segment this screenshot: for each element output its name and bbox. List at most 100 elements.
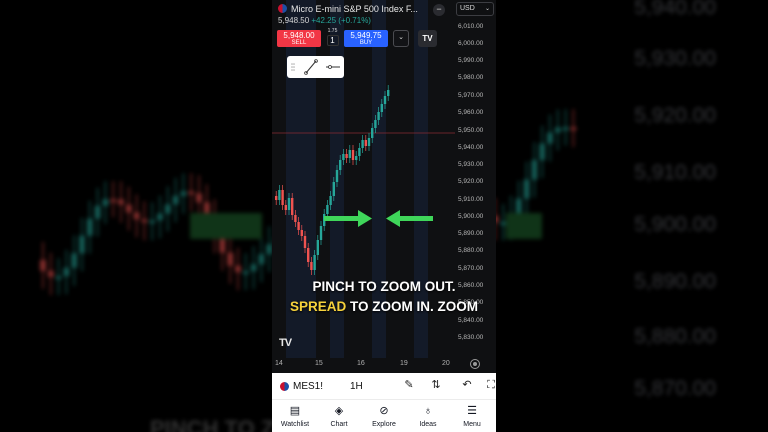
nav-chart[interactable]: ◈ Chart xyxy=(317,404,361,429)
candle-body xyxy=(294,215,297,222)
symbol-search-button[interactable]: MES1! xyxy=(280,381,323,392)
background-candle-body xyxy=(554,127,561,133)
background-price-label: 5,900.00 xyxy=(634,213,716,236)
price-axis-label: 5,960.00 xyxy=(458,109,484,116)
background-price-label: 5,920.00 xyxy=(634,104,716,127)
candle-body xyxy=(377,112,380,120)
candle-body xyxy=(380,104,383,112)
candle-body xyxy=(278,190,281,200)
background-arrow-left xyxy=(190,213,262,239)
background-candle-body xyxy=(235,265,241,273)
background-candle-body xyxy=(94,205,101,219)
background-candle-body xyxy=(539,143,546,161)
video-caption: PINCH TO ZOOM OUT. SPREAD TO ZOOM IN. ZO… xyxy=(272,277,496,317)
candle-body xyxy=(351,150,355,160)
drag-handle-icon[interactable] xyxy=(289,56,297,78)
price-axis-label: 5,930.00 xyxy=(458,161,484,168)
sell-price: 5,948.00 xyxy=(283,31,315,40)
drawing-toolbar xyxy=(287,56,344,78)
nav-menu[interactable]: ☰ Menu xyxy=(450,404,494,429)
candle-body xyxy=(319,226,323,240)
price-summary: 5,948.50 +42.25 (+0.71%) xyxy=(278,16,371,25)
background-candle-body xyxy=(157,213,163,221)
candle-body xyxy=(316,240,319,255)
time-axis-label: 20 xyxy=(442,360,450,367)
horizontal-line-icon[interactable] xyxy=(324,56,342,78)
quantity-field[interactable]: 1 xyxy=(326,35,339,46)
candle-body xyxy=(300,230,303,236)
background-candle-body xyxy=(55,276,62,280)
currency-value: USD xyxy=(460,5,475,12)
currency-select[interactable]: USD ⌄ xyxy=(456,2,494,16)
pencil-icon[interactable]: ✎ xyxy=(402,378,416,392)
nav-watchlist[interactable]: ▤ Watchlist xyxy=(273,404,317,429)
background-candle-body xyxy=(164,204,171,214)
background-candle-body xyxy=(547,132,553,144)
explore-icon: ⊘ xyxy=(379,405,389,417)
chart-toolbar: MES1! 1H ✎ ⇅ ↶ ⛶ xyxy=(272,373,496,399)
time-axis-label: 15 xyxy=(315,360,323,367)
buy-price: 5,949.75 xyxy=(350,31,382,40)
background-candle-body xyxy=(570,127,577,131)
tradingview-logo-button[interactable]: TV xyxy=(418,30,437,47)
candle-body xyxy=(364,140,367,146)
background-candle-body xyxy=(40,260,46,271)
price-axis-label: 5,910.00 xyxy=(458,196,484,203)
chevron-down-icon[interactable]: ⌄ xyxy=(393,30,409,47)
candle-body xyxy=(287,198,291,210)
collapse-button[interactable]: − xyxy=(433,4,445,16)
phone-screen: Micro E-mini S&P 500 Index F... − USD ⌄ 5… xyxy=(272,0,496,432)
price-axis-label: 6,000.00 xyxy=(458,40,484,47)
background-price-label: 5,910.00 xyxy=(634,161,716,184)
candle-body xyxy=(329,196,332,205)
buy-label: BUY xyxy=(359,40,373,46)
candle-body xyxy=(326,205,329,214)
candle-body xyxy=(348,150,351,158)
candle-body xyxy=(374,120,377,128)
background-candle-body xyxy=(515,198,522,214)
sell-button[interactable]: 5,948.00 SELL xyxy=(277,30,321,47)
price-change: +42.25 (+0.71%) xyxy=(311,16,371,25)
price-axis-label: 5,880.00 xyxy=(458,247,484,254)
symbol-title[interactable]: Micro E-mini S&P 500 Index F... xyxy=(291,4,418,14)
candle-body xyxy=(332,182,335,196)
candle-body xyxy=(355,156,358,160)
background-candle-body xyxy=(172,195,179,205)
background-candle-body xyxy=(196,193,202,203)
price-axis-label: 5,990.00 xyxy=(458,57,484,64)
background-candle-body xyxy=(110,199,117,203)
nav-label: Menu xyxy=(463,421,481,428)
last-price: 5,948.50 xyxy=(278,16,310,25)
background-candle-body xyxy=(79,235,85,254)
ideas-icon: ♁ xyxy=(423,405,433,417)
nav-explore[interactable]: ⊘ Explore xyxy=(362,404,406,429)
background-candle-body xyxy=(531,160,538,180)
time-axis-label: 14 xyxy=(275,360,283,367)
us-flag-icon xyxy=(278,4,287,13)
price-axis-label: 5,920.00 xyxy=(458,178,484,185)
candle-body xyxy=(342,154,345,160)
fullscreen-icon[interactable]: ⛶ xyxy=(484,378,496,392)
trend-line-icon[interactable] xyxy=(303,56,319,78)
background-price-label: 5,880.00 xyxy=(634,325,716,348)
undo-icon[interactable]: ↶ xyxy=(460,378,474,392)
candle-body xyxy=(345,154,348,158)
indicators-icon[interactable]: ⇅ xyxy=(429,378,443,392)
time-axis-label: 19 xyxy=(400,360,408,367)
background-price-label: 5,940.00 xyxy=(634,0,716,19)
background-price-axis: 5,940.00 5,930.00 5,920.00 5,910.00 5,90… xyxy=(618,0,768,432)
chart-settings-icon[interactable] xyxy=(470,359,480,369)
buy-button[interactable]: 5,949.75 BUY xyxy=(344,30,388,47)
interval-button[interactable]: 1H xyxy=(350,381,363,392)
background-candle-body xyxy=(118,199,124,205)
background-candle-body xyxy=(523,179,530,199)
bottom-navigation: ▤ Watchlist ◈ Chart ⊘ Explore ♁ Ideas ☰ … xyxy=(272,399,496,432)
chevron-down-icon: ⌄ xyxy=(484,6,490,12)
background-candle-body xyxy=(86,218,93,236)
candle-body xyxy=(310,262,313,270)
video-frame: 5,940.00 5,930.00 5,920.00 5,910.00 5,90… xyxy=(0,0,768,432)
background-candle-body xyxy=(562,127,569,131)
background-candle-body xyxy=(47,270,54,277)
nav-ideas[interactable]: ♁ Ideas xyxy=(406,404,450,429)
background-candle-body xyxy=(242,271,249,275)
